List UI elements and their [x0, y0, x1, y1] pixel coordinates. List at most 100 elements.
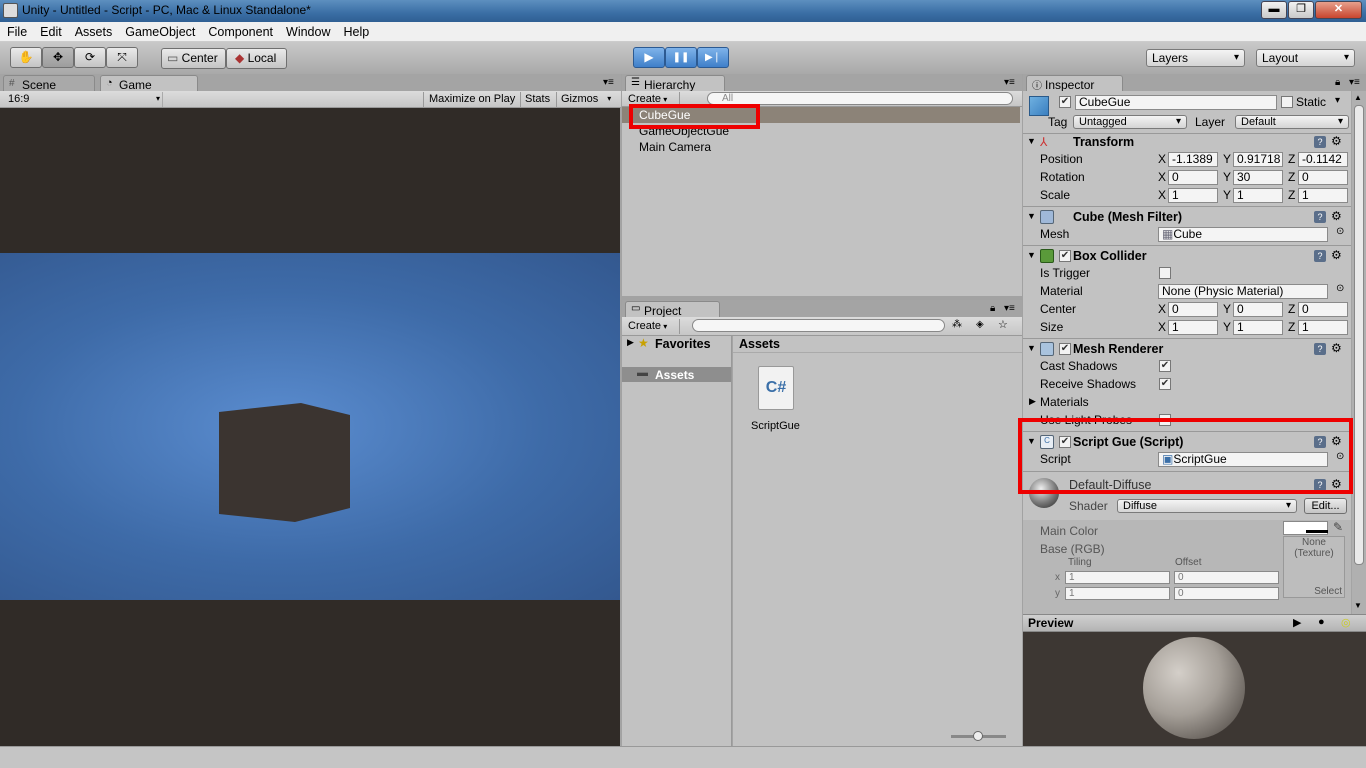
step-button[interactable]: ▶❘: [697, 47, 729, 68]
scale-y-field[interactable]: 1: [1233, 188, 1283, 203]
favorite-star-icon[interactable]: ☆: [998, 318, 1008, 331]
foldout-arrow-icon[interactable]: ▼: [1027, 250, 1036, 260]
tab-scene[interactable]: # Scene: [3, 75, 95, 92]
size-x-field[interactable]: 1: [1168, 320, 1218, 335]
tab-game[interactable]: ◔ Game: [100, 75, 198, 92]
game-viewport[interactable]: [0, 108, 620, 746]
favorites-label[interactable]: Favorites: [655, 337, 711, 351]
layers-dropdown[interactable]: Layers: [1146, 49, 1245, 67]
rotation-y-field[interactable]: 30: [1233, 170, 1283, 185]
foldout-arrow-icon[interactable]: ▼: [1027, 211, 1036, 221]
foldout-arrow-icon[interactable]: ▼: [1027, 343, 1036, 353]
is-trigger-checkbox[interactable]: [1159, 267, 1171, 279]
minimize-button[interactable]: ▬: [1261, 1, 1287, 19]
scale-tool-button[interactable]: ⤧: [106, 47, 138, 68]
tag-dropdown[interactable]: Untagged: [1073, 115, 1187, 129]
physic-material-field[interactable]: None (Physic Material): [1158, 284, 1328, 299]
panel-menu-icon[interactable]: ▾≡: [1004, 77, 1015, 88]
static-checkbox[interactable]: [1281, 96, 1293, 108]
position-x-field[interactable]: -1.1389: [1168, 152, 1218, 167]
panel-menu-icon[interactable]: ▾≡: [603, 77, 614, 88]
panel-menu-icon[interactable]: ▾≡: [1004, 303, 1015, 314]
maximize-button[interactable]: ❐: [1288, 1, 1314, 19]
offset-x-field[interactable]: 0: [1174, 571, 1279, 584]
scale-z-field[interactable]: 1: [1298, 188, 1348, 203]
active-checkbox[interactable]: ✔: [1059, 96, 1071, 108]
tiling-x-field[interactable]: 1: [1065, 571, 1170, 584]
play-button[interactable]: ▶: [633, 47, 665, 68]
size-z-field[interactable]: 1: [1298, 320, 1348, 335]
mesh-renderer-enabled-checkbox[interactable]: ✔: [1059, 343, 1071, 355]
preview-sphere-icon[interactable]: ●: [1318, 616, 1325, 628]
box-collider-enabled-checkbox[interactable]: ✔: [1059, 250, 1071, 262]
close-button[interactable]: ✕: [1315, 1, 1362, 19]
foldout-arrow-icon[interactable]: ▼: [1027, 136, 1036, 146]
pause-button[interactable]: ❚❚: [665, 47, 697, 68]
rotate-tool-button[interactable]: ⟳: [74, 47, 106, 68]
object-picker-icon[interactable]: ⊙: [1336, 226, 1344, 237]
menu-file[interactable]: File: [0, 22, 33, 39]
assets-folder-row[interactable]: ▬ Assets: [622, 367, 731, 382]
offset-y-field[interactable]: 0: [1174, 587, 1279, 600]
gear-icon[interactable]: ⚙: [1331, 341, 1342, 355]
pivot-local-button[interactable]: ◆ Local: [226, 48, 287, 69]
menu-gameobject[interactable]: GameObject: [118, 22, 201, 39]
move-tool-button[interactable]: ✥: [42, 47, 74, 68]
preview-light-icon[interactable]: ◎: [1341, 616, 1351, 629]
expand-arrow-icon[interactable]: ▶: [627, 337, 634, 348]
help-icon[interactable]: ?: [1314, 343, 1326, 355]
layout-dropdown[interactable]: Layout: [1256, 49, 1355, 67]
project-search-input[interactable]: [692, 319, 945, 332]
panel-menu-icon[interactable]: ▾≡: [1349, 77, 1360, 88]
menu-edit[interactable]: Edit: [33, 22, 68, 39]
help-icon[interactable]: ?: [1314, 136, 1326, 148]
gizmos-dropdown[interactable]: Gizmos ▾: [556, 92, 613, 107]
materials-label[interactable]: Materials: [1040, 395, 1089, 409]
position-z-field[interactable]: -0.1142: [1298, 152, 1348, 167]
menu-assets[interactable]: Assets: [68, 22, 119, 39]
hand-tool-button[interactable]: ✋: [10, 47, 42, 68]
center-x-field[interactable]: 0: [1168, 302, 1218, 317]
project-create-dropdown[interactable]: Create ▾: [628, 319, 680, 334]
hierarchy-item-main-camera[interactable]: Main Camera: [639, 140, 711, 155]
asset-scriptgue-label[interactable]: ScriptGue: [751, 420, 800, 432]
menu-help[interactable]: Help: [336, 22, 375, 39]
rotation-z-field[interactable]: 0: [1298, 170, 1348, 185]
scroll-down-icon[interactable]: ▼: [1354, 601, 1362, 610]
position-y-field[interactable]: 0.91718: [1233, 152, 1283, 167]
texture-select-button[interactable]: Select: [1314, 586, 1342, 597]
tiling-y-field[interactable]: 1: [1065, 587, 1170, 600]
help-icon[interactable]: ?: [1314, 211, 1326, 223]
eyedropper-icon[interactable]: ✎: [1333, 520, 1343, 534]
menu-window[interactable]: Window: [279, 22, 336, 39]
mesh-field[interactable]: ▦Cube: [1158, 227, 1328, 242]
pivot-center-button[interactable]: ▭ Center: [161, 48, 226, 69]
lock-icon[interactable]: 🔒︎: [1335, 77, 1340, 88]
search-by-type-icon[interactable]: ⁂: [952, 319, 962, 330]
object-name-field[interactable]: CubeGue: [1075, 95, 1277, 110]
object-picker-icon[interactable]: ⊙: [1336, 283, 1344, 294]
texture-slot[interactable]: None (Texture) Select: [1283, 536, 1345, 598]
preview-play-icon[interactable]: ▶: [1293, 616, 1301, 629]
stats-toggle[interactable]: Stats: [520, 92, 554, 107]
foldout-arrow-icon[interactable]: ▶: [1029, 396, 1036, 407]
scale-x-field[interactable]: 1: [1168, 188, 1218, 203]
layer-dropdown[interactable]: Default: [1235, 115, 1349, 129]
zoom-slider-thumb[interactable]: [973, 731, 983, 741]
tab-project[interactable]: ▭ Project: [625, 301, 720, 318]
tab-hierarchy[interactable]: ☰ Hierarchy: [625, 75, 725, 92]
chevron-down-icon[interactable]: ▾: [1335, 95, 1340, 106]
csharp-script-icon[interactable]: C#: [758, 366, 794, 410]
scrollbar-thumb[interactable]: [1354, 105, 1364, 565]
receive-shadows-checkbox[interactable]: ✔: [1159, 378, 1171, 390]
center-z-field[interactable]: 0: [1298, 302, 1348, 317]
cast-shadows-checkbox[interactable]: ✔: [1159, 360, 1171, 372]
aspect-dropdown[interactable]: 16:9 ▾: [8, 92, 163, 107]
preview-area[interactable]: [1023, 632, 1366, 746]
search-by-label-icon[interactable]: ◈: [976, 319, 984, 330]
lock-icon[interactable]: 🔒︎: [990, 303, 995, 314]
menu-component[interactable]: Component: [201, 22, 279, 39]
shader-edit-button[interactable]: Edit...: [1304, 498, 1347, 514]
shader-dropdown[interactable]: Diffuse: [1117, 499, 1297, 513]
center-y-field[interactable]: 0: [1233, 302, 1283, 317]
